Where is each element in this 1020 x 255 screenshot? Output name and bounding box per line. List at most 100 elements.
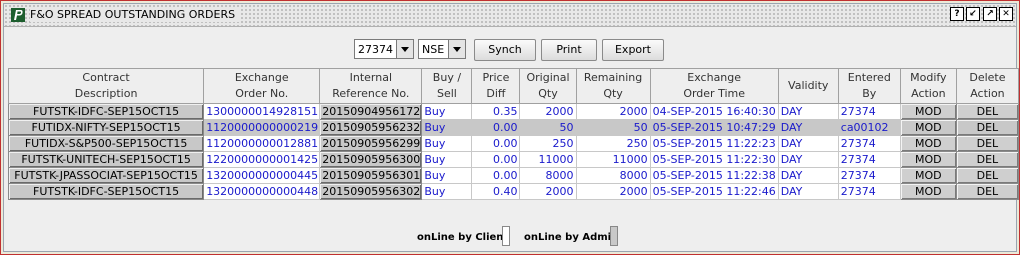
account-value: 27374 xyxy=(358,43,393,56)
help-icon[interactable]: ? xyxy=(950,7,964,21)
column-header-exchange-order-time[interactable]: Exchange Order Time xyxy=(649,68,779,104)
column-header-line: Qty xyxy=(538,87,558,100)
column-header-entered-by[interactable]: Entered By xyxy=(837,68,901,104)
column-header-line: Order No. xyxy=(235,87,289,100)
online-by-client-label: onLine by Client xyxy=(417,232,509,243)
delete-button[interactable]: DEL xyxy=(955,103,1020,120)
modify-button[interactable]: MOD xyxy=(899,151,957,168)
exchange-order-no-cell: 1120000000012881 xyxy=(203,135,321,152)
contract-cell: FUTIDX-NIFTY-SEP15OCT15 xyxy=(7,119,205,136)
contract-cell: FUTSTK-JPASSOCIAT-SEP15OCT15 xyxy=(7,167,205,184)
entered-by-cell: 27374 xyxy=(837,167,901,184)
chevron-down-icon[interactable] xyxy=(448,40,465,58)
maximize-icon[interactable]: ↗ xyxy=(983,7,997,21)
price-diff-cell: 0.00 xyxy=(471,119,521,136)
original-qty-cell: 2000 xyxy=(519,183,577,200)
validity-cell: DAY xyxy=(777,183,839,200)
entered-by-cell: 27374 xyxy=(837,151,901,168)
column-header-line: Original xyxy=(526,71,570,84)
title-bar[interactable]: F&O SPREAD OUTSTANDING ORDERS ? ↙ ↗ ✕ xyxy=(4,4,1016,27)
column-header-original-qty[interactable]: Original Qty xyxy=(519,68,577,104)
admin-status-indicator xyxy=(610,226,618,246)
delete-button[interactable]: DEL xyxy=(955,167,1020,184)
column-header-remaining-qty[interactable]: Remaining Qty xyxy=(575,68,651,104)
internal-reference-cell: 20150905956301 xyxy=(319,167,423,184)
column-header-line: Delete xyxy=(969,71,1006,84)
table-row[interactable]: FUTSTK-IDFC-SEP15OCT15 1300000014928151 20… xyxy=(7,103,1020,120)
account-select[interactable]: 27374 xyxy=(354,39,414,59)
price-diff-cell: 0.00 xyxy=(471,167,521,184)
table-row[interactable]: FUTSTK-IDFC-SEP15OCT15 1320000000000448 20… xyxy=(7,183,1020,200)
order-time-cell: 05-SEP-2015 11:22:30 xyxy=(649,151,779,168)
table-row[interactable]: FUTIDX-NIFTY-SEP15OCT15 1120000000000219 2… xyxy=(7,119,1020,136)
column-header-line: Price xyxy=(482,71,510,84)
table-header-row: Contract Description Exchange Order No. Inte… xyxy=(7,68,1020,104)
modify-button[interactable]: MOD xyxy=(899,183,957,200)
validity-cell: DAY xyxy=(777,151,839,168)
side-cell: Buy xyxy=(421,119,473,136)
side-cell: Buy xyxy=(421,151,473,168)
internal-reference-cell: 20150905956299 xyxy=(319,135,423,152)
validity-cell: DAY xyxy=(777,135,839,152)
print-button[interactable]: Print xyxy=(541,39,597,61)
column-header-line: Action xyxy=(970,87,1005,100)
column-header-line: Order Time xyxy=(683,87,745,100)
contract-cell: FUTSTK-IDFC-SEP15OCT15 xyxy=(7,103,205,120)
order-time-cell: 05-SEP-2015 11:22:38 xyxy=(649,167,779,184)
contract-cell: FUTSTK-UNITECH-SEP15OCT15 xyxy=(7,151,205,168)
original-qty-cell: 2000 xyxy=(519,103,577,120)
column-header-line: Remaining xyxy=(583,71,643,84)
column-header-buy-sell[interactable]: Buy / Sell xyxy=(421,68,473,104)
column-header-line: Reference No. xyxy=(332,87,410,100)
column-header-price-diff[interactable]: Price Diff xyxy=(471,68,521,104)
entered-by-cell: 27374 xyxy=(837,183,901,200)
table-row[interactable]: FUTSTK-UNITECH-SEP15OCT15 122000000000142… xyxy=(7,151,1020,168)
window-title: F&O SPREAD OUTSTANDING ORDERS xyxy=(30,8,242,22)
export-button[interactable]: Export xyxy=(602,39,664,61)
delete-button[interactable]: DEL xyxy=(955,151,1020,168)
column-header-line: Sell xyxy=(436,87,457,100)
side-cell: Buy xyxy=(421,167,473,184)
delete-button[interactable]: DEL xyxy=(955,119,1020,136)
entered-by-cell: 27374 xyxy=(837,135,901,152)
column-header-line: Internal xyxy=(349,71,393,84)
contract-cell: FUTIDX-S&P500-SEP15OCT15 xyxy=(7,135,205,152)
delete-button[interactable]: DEL xyxy=(955,135,1020,152)
table-row[interactable]: FUTIDX-S&P500-SEP15OCT15 1120000000012881… xyxy=(7,135,1020,152)
delete-button[interactable]: DEL xyxy=(955,183,1020,200)
column-header-exchange-order-no[interactable]: Exchange Order No. xyxy=(203,68,321,104)
minimize-icon[interactable]: ↙ xyxy=(966,7,980,21)
exchange-order-no-cell: 1220000000001425 xyxy=(203,151,321,168)
column-header-line: Contract xyxy=(82,71,130,84)
remaining-qty-cell: 2000 xyxy=(575,103,651,120)
column-header-line: Exchange xyxy=(687,71,742,84)
column-header-delete-action[interactable]: Delete Action xyxy=(955,68,1020,104)
column-header-line: Qty xyxy=(603,87,623,100)
table-row[interactable]: FUTSTK-JPASSOCIAT-SEP15OCT15 132000000000… xyxy=(7,167,1020,184)
close-icon[interactable]: ✕ xyxy=(999,7,1013,21)
price-diff-cell: 0.35 xyxy=(471,103,521,120)
column-header-line: Validity xyxy=(788,79,829,92)
exchange-select[interactable]: NSE xyxy=(418,39,466,59)
column-header-line: Description xyxy=(74,87,138,100)
side-cell: Buy xyxy=(421,135,473,152)
modify-button[interactable]: MOD xyxy=(899,119,957,136)
online-by-admin-label: onLine by Admin xyxy=(524,232,619,243)
column-header-modify-action[interactable]: Modify Action xyxy=(899,68,957,104)
entered-by-cell: 27374 xyxy=(837,103,901,120)
internal-reference-cell: 20150905956232 xyxy=(319,119,423,136)
remaining-qty-cell: 250 xyxy=(575,135,651,152)
client-status-indicator xyxy=(502,226,510,246)
column-header-internal-reference-no[interactable]: Internal Reference No. xyxy=(319,68,423,104)
orders-table: Contract Description Exchange Order No. Inte… xyxy=(7,68,1020,200)
chevron-down-icon[interactable] xyxy=(396,40,413,58)
synch-button[interactable]: Synch xyxy=(474,39,536,61)
modify-button[interactable]: MOD xyxy=(899,167,957,184)
modify-button[interactable]: MOD xyxy=(899,103,957,120)
column-header-line: Exchange xyxy=(234,71,289,84)
internal-reference-cell: 20150905956300 xyxy=(319,151,423,168)
column-header-validity[interactable]: Validity xyxy=(777,68,839,104)
modify-button[interactable]: MOD xyxy=(899,135,957,152)
column-header-contract[interactable]: Contract Description xyxy=(7,68,205,104)
original-qty-cell: 50 xyxy=(519,119,577,136)
